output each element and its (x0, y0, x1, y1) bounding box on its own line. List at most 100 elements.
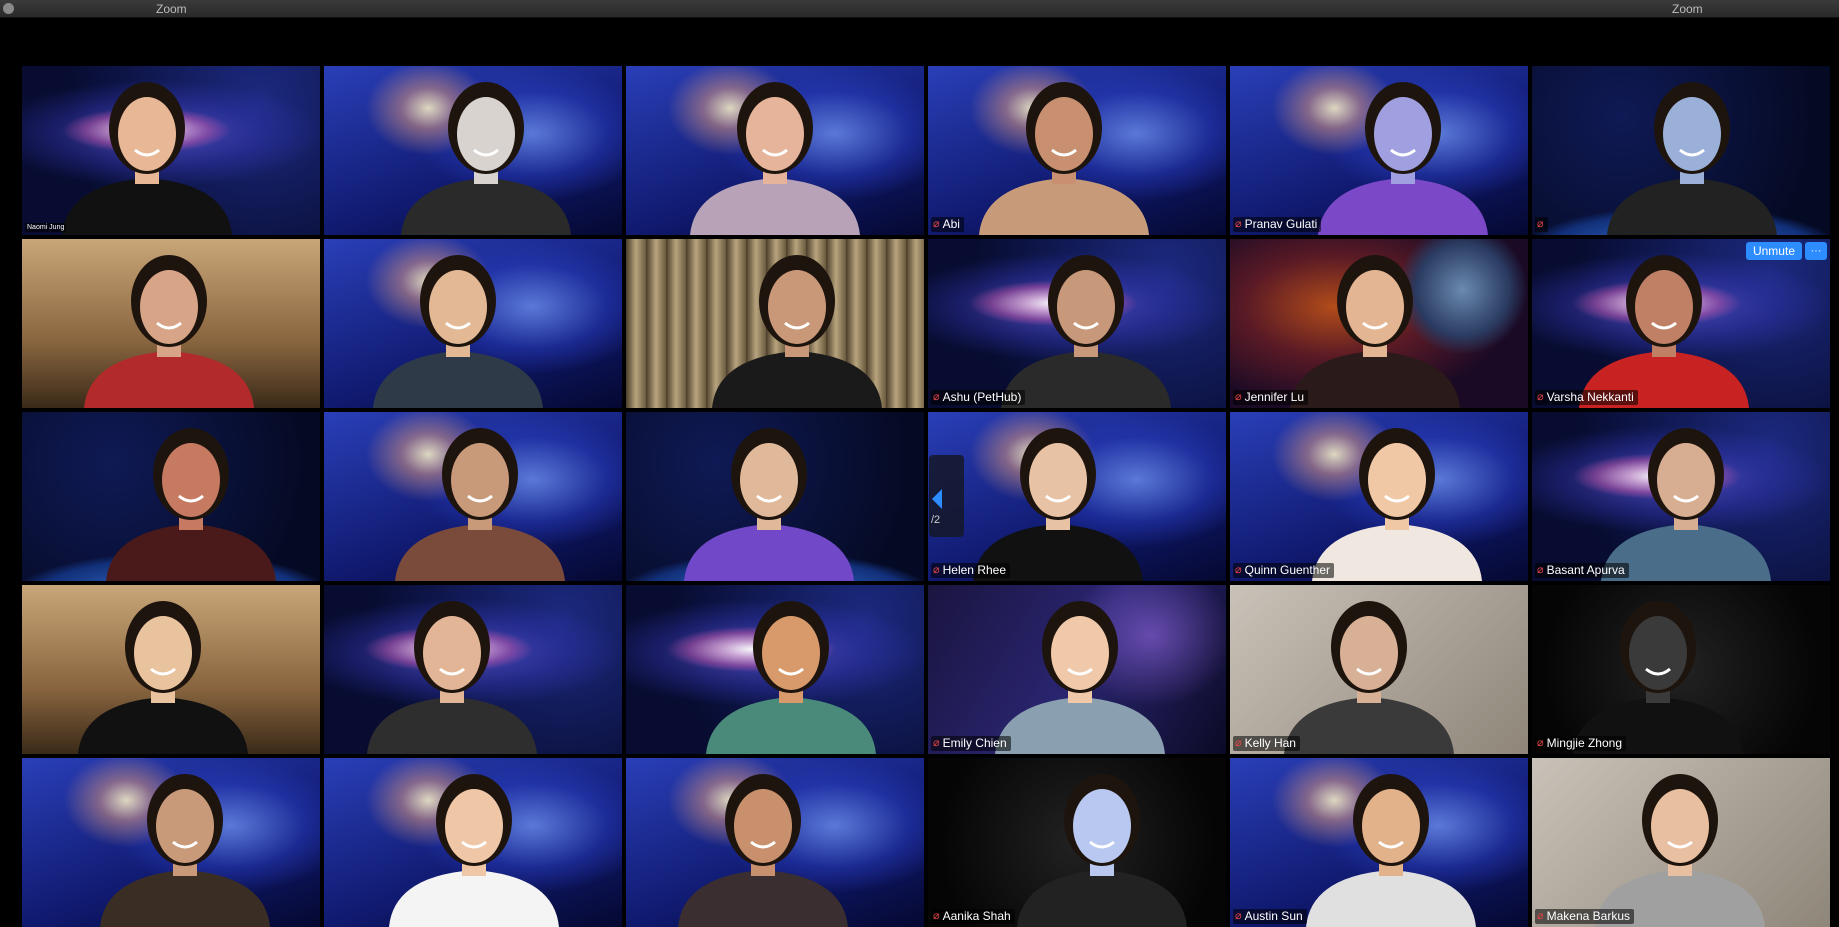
participant-video-tile[interactable] (626, 412, 924, 581)
participant-name-label: ⌀ Aanika Shah (931, 909, 1015, 924)
participant-name-label: ⌀ Emily Chien (931, 736, 1011, 751)
mic-muted-icon: ⌀ (1235, 391, 1242, 403)
participant-name: Makena Barkus (1546, 909, 1630, 923)
participant-video-tile[interactable]: ⌀ Aanika Shah (928, 758, 1226, 927)
participant-video-tile[interactable] (324, 585, 622, 754)
participant-name-label: ⌀ Austin Sun (1233, 909, 1307, 924)
mic-muted-icon: ⌀ (933, 564, 940, 576)
participant-video-feed (1595, 774, 1765, 927)
window-titlebar: Zoom Zoom (0, 0, 1839, 18)
participant-video-tile[interactable] (626, 239, 924, 408)
participant-video-tile[interactable]: ⌀ Varsha Nekkanti Unmute ··· (1532, 239, 1830, 408)
mic-muted-icon: ⌀ (1537, 564, 1544, 576)
mic-muted-icon: ⌀ (933, 218, 940, 230)
more-options-button[interactable]: ··· (1805, 242, 1827, 260)
gallery-page-nav[interactable]: /2 (929, 455, 964, 537)
participant-video-feed (678, 774, 848, 927)
close-dot-icon[interactable] (3, 3, 14, 14)
participant-name: Mingjie Zhong (1546, 736, 1622, 750)
participant-video-feed (100, 774, 270, 927)
participant-name: Pranav Gulati (1244, 217, 1318, 231)
participant-name: Helen Rhee (942, 563, 1006, 577)
participant-video-tile[interactable] (22, 585, 320, 754)
page-indicator: /2 (931, 514, 941, 526)
participant-video-feed (1001, 255, 1171, 408)
participant-video-feed (1312, 428, 1482, 581)
participant-video-tile[interactable] (324, 239, 622, 408)
participant-video-tile[interactable]: ⌀ Austin Sun (1230, 758, 1528, 927)
participant-name-label: ⌀ Ashu (PetHub) (931, 390, 1026, 405)
participant-video-tile[interactable] (22, 239, 320, 408)
participant-video-feed (995, 601, 1165, 754)
participant-video-tile[interactable]: ⌀ Ashu (PetHub) (928, 239, 1226, 408)
participant-video-feed (1318, 82, 1488, 235)
participant-name-label: ⌀ Kelly Han (1233, 736, 1300, 751)
participant-video-tile[interactable]: ⌀ Abi (928, 66, 1226, 235)
participant-video-feed (690, 82, 860, 235)
participant-name-label: ⌀ Varsha Nekkanti (1535, 390, 1638, 405)
participant-video-tile[interactable]: ⌀ Helen Rhee (928, 412, 1226, 581)
mic-muted-icon: ⌀ (1537, 737, 1544, 749)
participant-video-feed (367, 601, 537, 754)
mic-muted-icon: ⌀ (1235, 564, 1242, 576)
participant-name: Varsha Nekkanti (1546, 390, 1634, 404)
participant-video-tile[interactable] (626, 66, 924, 235)
participant-name-label: ⌀ (1535, 217, 1548, 232)
participant-name-label: Naomi Jung (25, 223, 67, 232)
participant-video-feed (973, 428, 1143, 581)
mic-muted-icon: ⌀ (1537, 910, 1544, 922)
participant-video-tile[interactable]: ⌀ Pranav Gulati (1230, 66, 1528, 235)
participant-video-feed (84, 255, 254, 408)
participant-video-tile[interactable]: ⌀ Emily Chien (928, 585, 1226, 754)
participant-name: Kelly Han (1244, 736, 1296, 750)
participant-name-label: ⌀ Basant Apurva (1535, 563, 1629, 578)
mic-muted-icon: ⌀ (933, 391, 940, 403)
participant-video-tile[interactable] (324, 758, 622, 927)
mic-muted-icon: ⌀ (1537, 391, 1544, 403)
participant-video-feed (106, 428, 276, 581)
participant-video-feed (1284, 601, 1454, 754)
participant-video-tile[interactable] (324, 412, 622, 581)
participant-video-tile[interactable]: ⌀ Mingjie Zhong (1532, 585, 1830, 754)
participant-video-tile[interactable]: ⌀ (1532, 66, 1830, 235)
chevron-left-icon[interactable] (932, 489, 942, 509)
participant-video-feed (1573, 601, 1743, 754)
participant-video-tile[interactable]: ⌀ Makena Barkus (1532, 758, 1830, 927)
mic-muted-icon: ⌀ (933, 910, 940, 922)
participant-video-feed (1601, 428, 1771, 581)
participant-name: Emily Chien (942, 736, 1007, 750)
participant-video-feed (1017, 774, 1187, 927)
mic-muted-icon: ⌀ (1537, 218, 1544, 230)
participant-video-feed (706, 601, 876, 754)
participant-video-feed (712, 255, 882, 408)
mic-muted-icon: ⌀ (1235, 910, 1242, 922)
participant-video-tile[interactable]: ⌀ Basant Apurva (1532, 412, 1830, 581)
participant-name: Quinn Guenther (1244, 563, 1331, 577)
participant-video-tile[interactable] (22, 412, 320, 581)
unmute-button[interactable]: Unmute (1745, 242, 1802, 260)
participant-video-feed (395, 428, 565, 581)
participant-video-feed (62, 82, 232, 235)
participant-name: Naomi Jung (27, 224, 65, 231)
participant-video-feed (1306, 774, 1476, 927)
participant-video-feed (1290, 255, 1460, 408)
participant-video-tile[interactable] (626, 758, 924, 927)
participant-video-tile[interactable]: ⌀ Jennifer Lu (1230, 239, 1528, 408)
mic-muted-icon: ⌀ (933, 737, 940, 749)
participant-video-tile[interactable]: ⌀ Kelly Han (1230, 585, 1528, 754)
participant-video-tile[interactable]: ⌀ Quinn Guenther (1230, 412, 1528, 581)
participant-video-tile[interactable] (324, 66, 622, 235)
participant-video-feed (389, 774, 559, 927)
participant-name: Aanika Shah (942, 909, 1011, 923)
mic-muted-icon: ⌀ (1235, 737, 1242, 749)
participant-name-label: ⌀ Helen Rhee (931, 563, 1010, 578)
participant-name-label: ⌀ Quinn Guenther (1233, 563, 1335, 578)
participant-video-feed (1579, 255, 1749, 408)
participant-video-tile[interactable] (626, 585, 924, 754)
participant-name: Ashu (PetHub) (942, 390, 1022, 404)
participant-video-feed (1607, 82, 1777, 235)
participant-video-feed (78, 601, 248, 754)
participant-video-tile[interactable] (22, 758, 320, 927)
window-title-secondary: Zoom (1672, 2, 1703, 16)
participant-video-tile[interactable]: Naomi Jung (22, 66, 320, 235)
